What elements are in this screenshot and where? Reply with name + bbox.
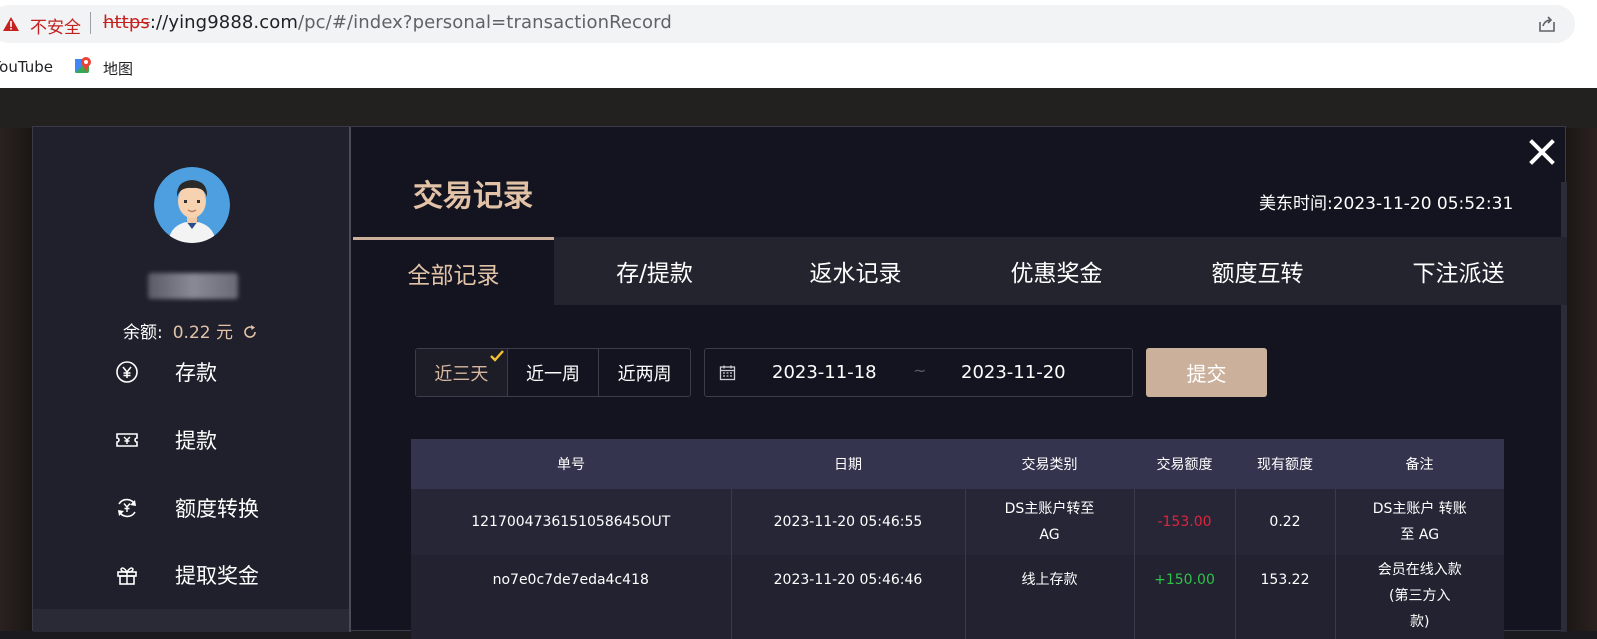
background-left [0,128,32,631]
sidebar-footer [33,609,349,632]
range-2-weeks[interactable]: 近两周 [599,349,690,396]
sidebar-item-label: 提取奖金 [175,564,259,588]
record-tabs: 全部记录 存/提款 返水记录 优惠奖金 额度互转 下注派送 [353,237,1567,305]
avatar [154,167,230,243]
tab-rebate-records[interactable]: 返水记录 [755,237,956,305]
cell-order-no: 1217004736151058645OUT [411,489,732,555]
balance-label: 余额: [123,323,163,343]
bookmark-maps[interactable]: 地图 [103,58,133,79]
background-header [0,88,1597,128]
cell-amount: -153.00 [1134,489,1236,555]
background-right [1565,128,1597,631]
note-line: 款) [1410,614,1430,630]
tab-all-records[interactable]: 全部记录 [353,237,554,305]
date-separator: ~ [913,361,927,380]
column-header-order-no: 单号 [411,439,731,489]
maps-icon [75,57,91,73]
calendar-icon [719,365,736,381]
security-label[interactable]: 不安全 [30,13,81,38]
cell-note: 会员在线入款 (第三方入款) [1335,555,1504,639]
username-masked [148,273,238,299]
column-header-amount: 交易额度 [1134,439,1235,489]
quick-range-selector: 近三天 近一周 近两周 [415,348,691,397]
yen-coin-icon [116,361,138,383]
note-line: DS主账户 转账 [1372,501,1467,517]
url-scheme: https [103,12,150,33]
balance-value: 0.22 元 [172,323,233,343]
sidebar-item-label: 额度转换 [175,497,259,521]
table-row: no7e0c7de7eda4c418 2023-11-20 05:46:46 线… [411,555,1504,639]
column-header-date: 日期 [731,439,965,489]
share-icon[interactable] [1537,14,1557,34]
submit-button[interactable]: 提交 [1146,348,1267,397]
tab-credit-transfer[interactable]: 额度互转 [1157,237,1358,305]
personal-center-modal: 余额: 0.22 元 存款 提款 额度转换 提取奖金 交易记录 美东时间:202… [32,126,1567,639]
sidebar-item-transfer[interactable]: 额度转换 [115,488,259,528]
check-icon [489,350,504,362]
column-header-balance: 现有额度 [1235,439,1335,489]
range-3-days[interactable]: 近三天 [416,349,508,396]
bookmarks-bar: YouTube 地图 [0,48,1597,88]
sidebar-item-bonus[interactable]: 提取奖金 [115,555,259,595]
url-path: /pc/#/index?personal=transactionRecord [297,12,672,33]
transaction-table: 单号 日期 交易类别 交易额度 现有额度 备注 1217004736151058… [411,439,1504,639]
range-label: 近三天 [434,363,489,385]
sidebar-item-deposit[interactable]: 存款 [115,352,217,392]
table-row: 1217004736151058645OUT 2023-11-20 05:46:… [411,489,1504,555]
cell-type: DS主账户转至 AG [965,489,1135,555]
bookmark-youtube[interactable]: YouTube [0,58,53,76]
tab-promo-bonus[interactable]: 优惠奖金 [956,237,1157,305]
note-line: (第三方入 [1389,588,1451,604]
type-line: DS主账户转至 [1004,501,1095,517]
cell-date: 2023-11-20 05:46:46 [731,555,966,639]
warning-icon [3,17,19,31]
balance: 余额: 0.22 元 [123,318,258,343]
exchange-icon [118,498,136,518]
url-separator [90,12,91,34]
cell-balance: 0.22 [1235,489,1336,555]
date-to[interactable]: 2023-11-20 [961,362,1066,383]
main-panel: 交易记录 美东时间:2023-11-20 05:52:31 全部记录 存/提款 … [353,127,1567,639]
column-header-note: 备注 [1335,439,1504,489]
cell-note: DS主账户 转账至 AG [1335,489,1504,555]
date-range-picker[interactable]: 2023-11-18 ~ 2023-11-20 [704,348,1133,397]
sidebar: 余额: 0.22 元 存款 提款 额度转换 提取奖金 [33,127,351,632]
url-text[interactable]: https://ying9888.com/pc/#/index?personal… [103,12,672,33]
tab-bet-dispatch[interactable]: 下注派送 [1358,237,1559,305]
column-header-type: 交易类别 [965,439,1134,489]
table-header-row: 单号 日期 交易类别 交易额度 现有额度 备注 [411,439,1504,489]
refresh-icon[interactable] [242,324,258,340]
cell-type: 线上存款 [965,555,1135,639]
ticket-icon [116,433,138,447]
gift-icon [117,567,137,585]
tab-deposit-withdraw[interactable]: 存/提款 [554,237,755,305]
cell-date: 2023-11-20 05:46:55 [731,489,966,555]
note-line: 至 AG [1400,527,1440,543]
page-title: 交易记录 [413,179,533,214]
us-eastern-time: 美东时间:2023-11-20 05:52:31 [1259,194,1514,214]
range-1-week[interactable]: 近一周 [508,349,600,396]
cell-balance: 153.22 [1235,555,1336,639]
close-icon[interactable] [1527,137,1557,167]
sidebar-item-label: 提款 [175,429,217,453]
sidebar-item-withdraw[interactable]: 提款 [115,420,217,460]
sidebar-item-label: 存款 [175,361,217,385]
browser-address-bar: 不安全 https://ying9888.com/pc/#/index?pers… [0,0,1597,48]
url-host: ://ying9888.com [149,12,298,33]
date-from[interactable]: 2023-11-18 [772,362,877,383]
type-line: AG [1039,527,1060,543]
cell-order-no: no7e0c7de7eda4c418 [411,555,732,639]
note-line: 会员在线入款 [1377,562,1462,578]
cell-amount: +150.00 [1134,555,1236,639]
